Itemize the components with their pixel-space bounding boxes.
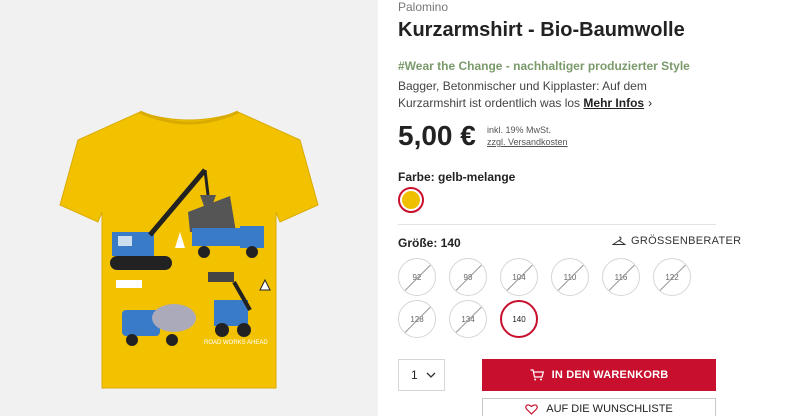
size-option-140[interactable]: 140 <box>500 300 538 338</box>
product-image[interactable]: ROAD WORKS AHEAD <box>0 0 378 416</box>
size-option-label: 104 <box>512 272 526 282</box>
divider <box>398 224 716 225</box>
color-swatch-gelb-melange[interactable] <box>398 187 424 213</box>
price-notes: inkl. 19% MwSt. zzgl. Versandkosten <box>487 124 568 148</box>
shipping-costs-link[interactable]: zzgl. Versandkosten <box>487 136 568 148</box>
cart-icon <box>530 369 544 381</box>
size-advisor-label: GRÖSSENBERATER <box>631 235 742 247</box>
quantity-select[interactable]: 1 <box>398 359 445 391</box>
size-option-label: 122 <box>665 272 679 282</box>
wishlist-label: AUF DIE WUNSCHLISTE <box>546 403 673 415</box>
size-option-label: 116 <box>614 272 628 282</box>
size-label: Größe: 140 <box>398 236 461 250</box>
brand-name[interactable]: Palomino <box>398 0 448 14</box>
size-option-label: 92 <box>412 272 422 282</box>
size-option-110[interactable]: 110 <box>551 258 589 296</box>
add-to-cart-button[interactable]: IN DEN WARENKORB <box>482 359 716 391</box>
tshirt-illustration: ROAD WORKS AHEAD <box>59 110 319 389</box>
size-option-label: 110 <box>563 272 577 282</box>
more-info-link[interactable]: Mehr Infos <box>583 96 644 110</box>
sustainability-tagline: #Wear the Change - nachhaltiger produzie… <box>398 59 690 73</box>
size-option-122[interactable]: 122 <box>653 258 691 296</box>
hanger-icon <box>612 236 626 245</box>
price: 5,00 € <box>398 120 476 151</box>
add-to-cart-label: IN DEN WARENKORB <box>551 369 669 381</box>
color-label: Farbe: gelb-melange <box>398 170 516 184</box>
size-option-label: 128 <box>410 314 424 324</box>
image-caption: ROAD WORKS AHEAD <box>204 340 268 346</box>
size-option-92[interactable]: 92 <box>398 258 436 296</box>
vat-note: inkl. 19% MwSt. <box>487 125 552 135</box>
size-option-label: 134 <box>461 314 475 324</box>
size-option-116[interactable]: 116 <box>602 258 640 296</box>
quantity-value: 1 <box>411 368 418 382</box>
chevron-down-icon <box>426 372 436 378</box>
size-option-128[interactable]: 128 <box>398 300 436 338</box>
size-option-label: 98 <box>463 272 473 282</box>
heart-icon <box>525 403 539 415</box>
size-option-98[interactable]: 98 <box>449 258 487 296</box>
size-option-134[interactable]: 134 <box>449 300 487 338</box>
add-to-wishlist-button[interactable]: AUF DIE WUNSCHLISTE <box>482 398 716 416</box>
chevron-right-icon[interactable]: › <box>648 95 652 112</box>
size-option-label: 140 <box>512 314 526 324</box>
swatch-fill <box>402 191 420 209</box>
product-description: Bagger, Betonmischer und Kipplaster: Auf… <box>398 78 718 112</box>
product-title: Kurzarmshirt - Bio-Baumwolle <box>398 19 685 41</box>
size-advisor-link[interactable]: GRÖSSENBERATER <box>612 235 741 247</box>
size-option-104[interactable]: 104 <box>500 258 538 296</box>
